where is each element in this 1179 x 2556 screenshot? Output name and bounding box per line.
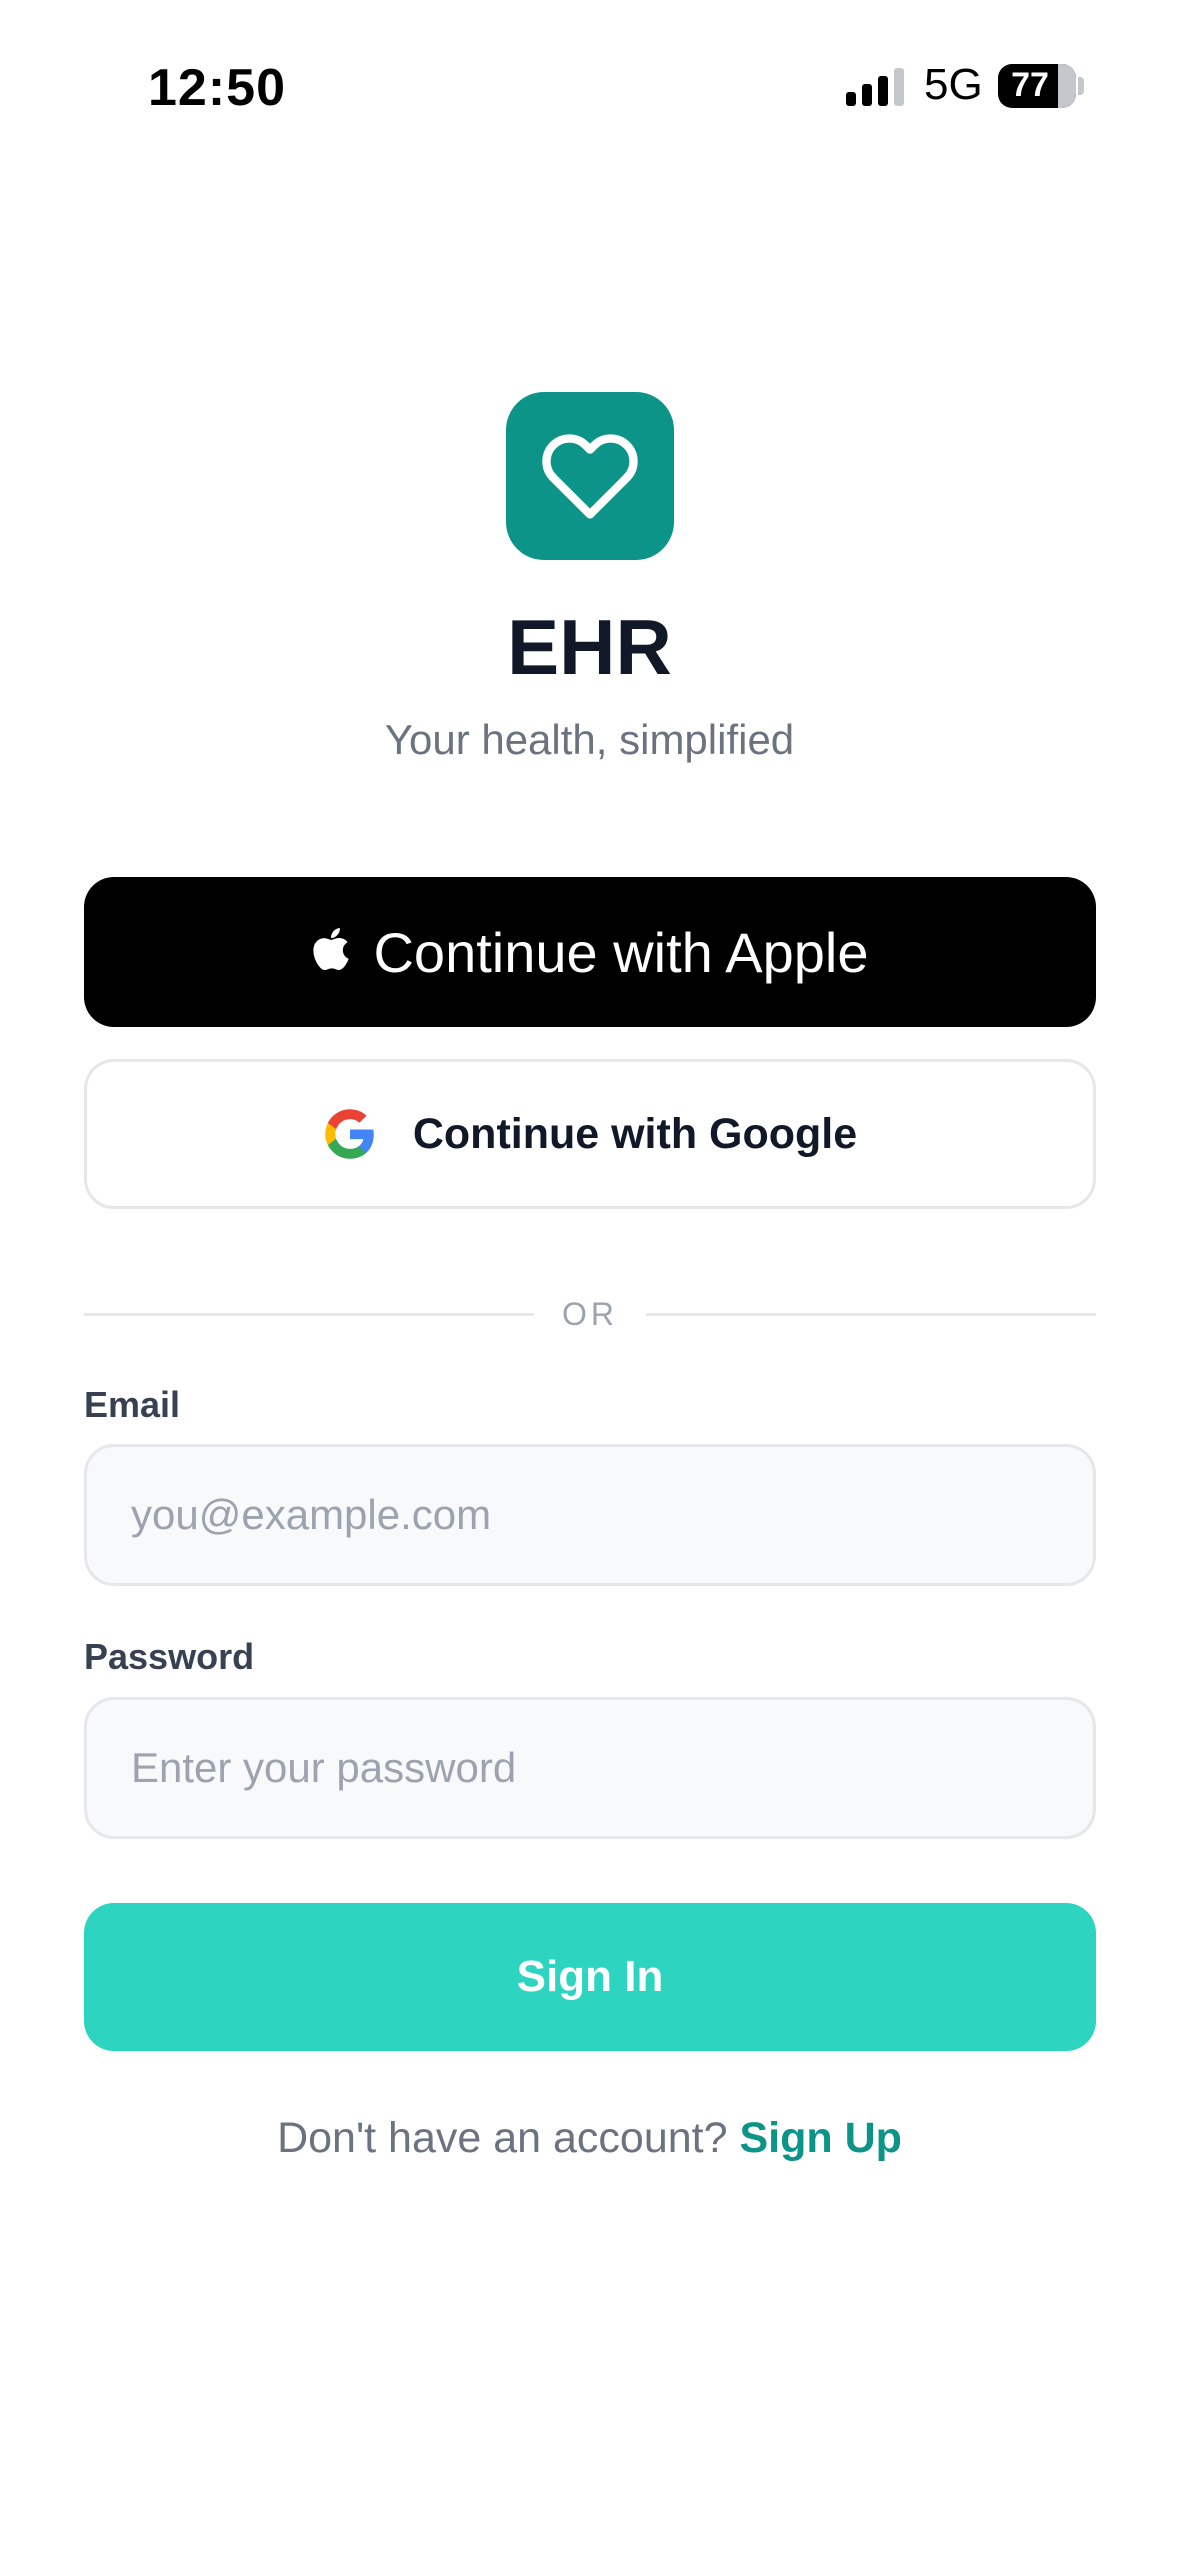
app-logo (506, 392, 674, 560)
divider-line (84, 1313, 534, 1316)
signup-prompt-text: Don't have an account? (277, 2114, 728, 2162)
signup-prompt: Don't have an account? Sign Up (0, 2114, 1179, 2163)
divider-line (646, 1313, 1096, 1316)
google-icon (325, 1109, 374, 1159)
google-button-label: Continue with Google (412, 1109, 858, 1158)
sign-in-label: Sign In (516, 1952, 664, 2001)
status-bar: 12:50 5G 77 (0, 0, 1179, 176)
password-field[interactable] (84, 1697, 1096, 1839)
password-label: Password (84, 1636, 255, 1677)
network-type: 5G (924, 60, 983, 109)
apple-icon (313, 928, 350, 970)
battery-level: 77 (1011, 66, 1049, 104)
or-divider: OR (84, 1296, 1096, 1332)
apple-button-label: Continue with Apple (373, 920, 869, 984)
email-label: Email (84, 1384, 181, 1425)
divider-text: OR (562, 1296, 618, 1332)
battery-icon: 77 (998, 64, 1086, 110)
app-tagline: Your health, simplified (384, 716, 795, 763)
sign-in-button[interactable]: Sign In (84, 1903, 1096, 2051)
status-time: 12:50 (148, 59, 286, 117)
sign-up-link[interactable]: Sign Up (740, 2114, 902, 2162)
continue-with-apple-button[interactable]: Continue with Apple (84, 877, 1096, 1027)
app-title: EHR (507, 603, 672, 691)
continue-with-google-button[interactable]: Continue with Google (84, 1059, 1096, 1209)
signal-strength-icon (846, 68, 904, 106)
email-field[interactable] (84, 1444, 1096, 1586)
heart-icon (542, 434, 638, 519)
